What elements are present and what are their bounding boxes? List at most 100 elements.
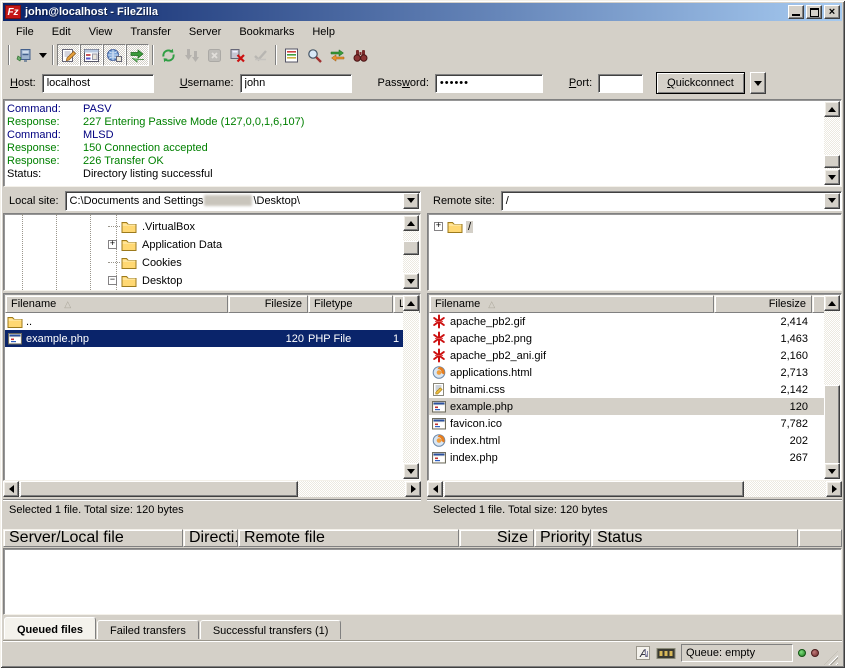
resize-grip-icon[interactable] xyxy=(824,651,838,665)
queue-column-remotefile[interactable]: Remote file xyxy=(238,529,459,547)
file-row[interactable]: favicon.ico7,782 xyxy=(429,415,840,432)
refresh-file-lists-button[interactable] xyxy=(157,44,180,66)
local-path-prefix: C:\Documents and Settings xyxy=(70,195,204,207)
quickconnect-dropdown-button[interactable] xyxy=(750,72,766,94)
tree-expander-plus[interactable]: + xyxy=(434,222,443,231)
scroll-right-button[interactable] xyxy=(405,481,421,497)
remote-list-scrollbar[interactable] xyxy=(824,295,840,479)
column-header-filename[interactable]: Filename△ xyxy=(5,295,228,313)
directory-comparison-button[interactable] xyxy=(303,44,326,66)
scrollbar-thumb[interactable] xyxy=(824,155,840,168)
local-site-label: Local site: xyxy=(3,195,65,207)
maximize-button[interactable] xyxy=(806,5,822,19)
scroll-up-button[interactable] xyxy=(403,215,419,231)
scrollbar-thumb[interactable] xyxy=(824,385,840,465)
scrollbar-thumb[interactable] xyxy=(403,241,419,255)
queue-column-priority[interactable]: Priority xyxy=(534,529,591,547)
scroll-down-button[interactable] xyxy=(403,463,419,479)
local-horizontal-scrollbar[interactable] xyxy=(3,481,421,497)
file-type-icon xyxy=(7,314,23,329)
scroll-right-button[interactable] xyxy=(826,481,842,497)
tab-successful-transfers-[interactable]: Successful transfers (1) xyxy=(200,620,342,639)
scroll-left-button[interactable] xyxy=(3,481,19,497)
menu-transfer[interactable]: Transfer xyxy=(121,23,180,41)
file-type-icon xyxy=(431,365,447,380)
scroll-up-button[interactable] xyxy=(824,295,840,311)
minimize-button[interactable] xyxy=(788,5,804,19)
file-row[interactable]: example.php120 xyxy=(429,398,840,415)
tree-item[interactable]: +/ xyxy=(434,218,473,235)
folder-icon xyxy=(447,219,463,234)
menu-server[interactable]: Server xyxy=(180,23,230,41)
scroll-up-button[interactable] xyxy=(403,295,419,311)
menu-view[interactable]: View xyxy=(80,23,122,41)
toggle-remote-tree-button[interactable] xyxy=(103,44,126,66)
column-header-filetype[interactable]: Filetype xyxy=(308,295,393,313)
file-row[interactable]: applications.html2,713 xyxy=(429,364,840,381)
tree-expander-plus[interactable]: + xyxy=(108,240,117,249)
tab-queued-files[interactable]: Queued files xyxy=(4,617,96,639)
column-header-filesize[interactable]: Filesize xyxy=(228,295,308,313)
toggle-local-tree-button[interactable] xyxy=(80,44,103,66)
speed-limit-icon xyxy=(656,647,676,660)
file-row[interactable]: index.php267 xyxy=(429,449,840,466)
tree-item[interactable]: .VirtualBox xyxy=(108,218,197,235)
file-row[interactable]: apache_pb2.gif2,414 xyxy=(429,313,840,330)
queue-column-size[interactable]: Size xyxy=(459,529,534,547)
column-header-filename[interactable]: Filename△ xyxy=(429,295,714,313)
local-site-dropdown-button[interactable] xyxy=(403,193,419,209)
toggle-transfer-queue-button[interactable] xyxy=(126,44,149,66)
menu-bookmarks[interactable]: Bookmarks xyxy=(230,23,303,41)
menu-help[interactable]: Help xyxy=(303,23,344,41)
tree-item[interactable]: +Application Data xyxy=(108,236,224,253)
scroll-down-button[interactable] xyxy=(824,169,840,185)
scrollbar-thumb[interactable] xyxy=(444,481,744,497)
scroll-up-button[interactable] xyxy=(824,101,840,117)
scroll-down-button[interactable] xyxy=(403,273,419,289)
menu-edit[interactable]: Edit xyxy=(43,23,80,41)
file-row[interactable]: index.html202 xyxy=(429,432,840,449)
close-button[interactable]: × xyxy=(824,5,840,19)
tree-expander-minus[interactable]: − xyxy=(108,276,117,285)
scrollbar-thumb[interactable] xyxy=(20,481,298,497)
quickconnect-button[interactable]: Quickconnect xyxy=(656,72,745,94)
synchronized-browsing-button[interactable] xyxy=(326,44,349,66)
remote-site-dropdown-button[interactable] xyxy=(824,193,840,209)
username-input[interactable] xyxy=(240,74,352,93)
site-manager-button[interactable] xyxy=(13,44,36,66)
toggle-message-log-button[interactable] xyxy=(57,44,80,66)
log-line-text: 227 Entering Passive Mode (127,0,0,1,6,1… xyxy=(83,116,304,129)
file-name: apache_pb2.gif xyxy=(450,316,714,328)
file-row[interactable]: apache_pb2_ani.gif2,160 xyxy=(429,347,840,364)
file-row[interactable]: apache_pb2.png1,463 xyxy=(429,330,840,347)
directory-listing-filters-button[interactable] xyxy=(280,44,303,66)
file-row[interactable]: .. xyxy=(5,313,419,330)
file-row[interactable]: example.php120PHP File1 xyxy=(5,330,419,347)
file-size: 2,414 xyxy=(714,316,812,328)
find-files-button[interactable] xyxy=(349,44,372,66)
site-manager-dropdown-button[interactable] xyxy=(36,44,49,66)
host-input[interactable] xyxy=(42,74,154,93)
queue-column-status[interactable]: Status xyxy=(591,529,798,547)
remote-horizontal-scrollbar[interactable] xyxy=(427,481,842,497)
menu-file[interactable]: File xyxy=(7,23,43,41)
transfer-queue-body[interactable] xyxy=(3,548,842,615)
tree-item[interactable]: −Desktop xyxy=(108,272,184,289)
local-tree-scrollbar[interactable] xyxy=(403,215,419,289)
remote-site-combobox[interactable]: / xyxy=(501,191,842,211)
queue-column-serverlocalfile[interactable]: Server/Local file xyxy=(3,529,183,547)
queue-column-directi[interactable]: Directi... xyxy=(183,529,238,547)
column-header-filesize[interactable]: Filesize xyxy=(714,295,812,313)
disconnect-server-button[interactable] xyxy=(226,44,249,66)
port-input[interactable] xyxy=(598,74,643,93)
tree-item[interactable]: Cookies xyxy=(108,254,184,271)
file-row[interactable]: bitnami.css2,142 xyxy=(429,381,840,398)
password-input[interactable] xyxy=(435,74,543,93)
tab-failed-transfers[interactable]: Failed transfers xyxy=(97,620,199,639)
local-list-scrollbar[interactable] xyxy=(403,295,419,479)
scroll-down-button[interactable] xyxy=(824,463,840,479)
local-site-combobox[interactable]: C:\Documents and Settings\Desktop\ xyxy=(65,191,421,211)
file-size: 7,782 xyxy=(714,418,812,430)
scroll-left-button[interactable] xyxy=(427,481,443,497)
message-log-scrollbar[interactable] xyxy=(824,101,840,185)
